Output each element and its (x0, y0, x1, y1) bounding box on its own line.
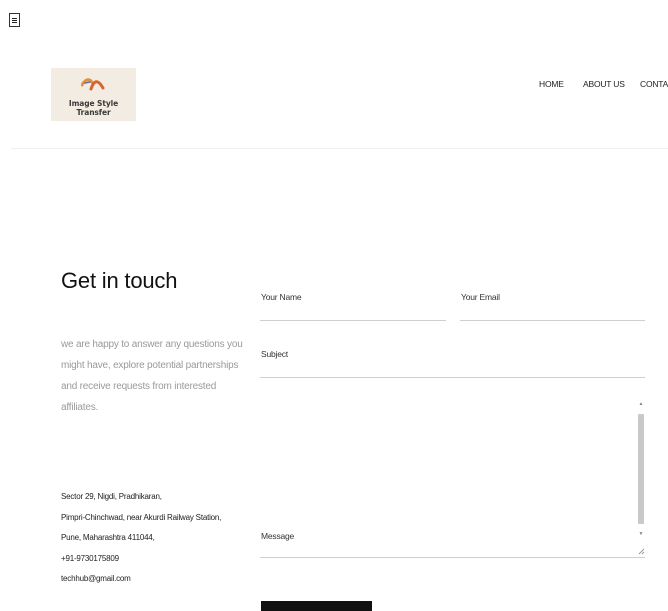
nav-home[interactable]: HOME (539, 79, 564, 89)
menu-toggle-button[interactable] (9, 13, 20, 27)
email-input[interactable] (460, 286, 645, 321)
email-address: techhub@gmail.com (61, 574, 131, 583)
address-line: Sector 29, Nigdi, Pradhikaran, (61, 492, 162, 501)
submit-button[interactable] (261, 601, 372, 611)
nav-about-us[interactable]: ABOUT US (583, 79, 625, 89)
scroll-thumb[interactable] (638, 414, 644, 524)
header-divider (11, 148, 668, 149)
logo-mark-icon (81, 78, 105, 91)
name-input[interactable] (260, 286, 446, 321)
hamburger-icon (12, 17, 17, 19)
scroll-up-arrow-icon[interactable]: ▲ (638, 400, 644, 408)
address-line: Pimpri-Chinchwad, near Akurdi Railway St… (61, 512, 222, 522)
address-line: Pune, Maharashtra 411044, (61, 533, 155, 542)
logo-text: Image Style Transfer (68, 99, 119, 117)
phone-number: +91-9730175809 (61, 553, 119, 563)
page-title: Get in touch (61, 268, 178, 293)
resize-handle-icon[interactable] (638, 548, 645, 555)
message-label: Message (261, 531, 295, 541)
site-logo[interactable]: Image Style Transfer (51, 68, 136, 121)
intro-text: we are happy to answer any questions you… (61, 339, 243, 413)
contact-address: Sector 29, Nigdi, Pradhikaran, Pimpri-Ch… (61, 487, 251, 590)
message-textarea[interactable]: Message ▲ ▼ (260, 398, 645, 558)
message-scrollbar[interactable]: ▲ ▼ (637, 398, 645, 558)
subject-input[interactable] (260, 343, 645, 378)
nav-contact[interactable]: CONTAC (640, 79, 668, 89)
scroll-down-arrow-icon[interactable]: ▼ (638, 530, 644, 538)
